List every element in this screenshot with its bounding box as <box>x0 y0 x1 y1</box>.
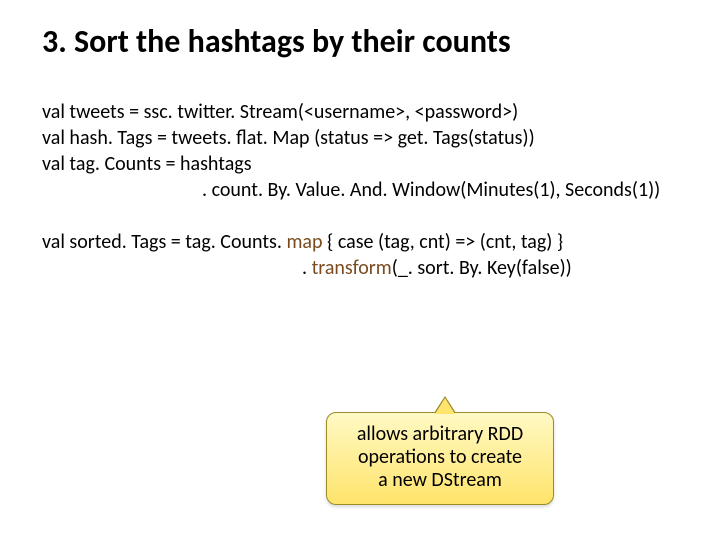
code-line-1: val tweets = ssc. twitter. Stream(<usern… <box>42 99 678 125</box>
code-line-5: val sorted. Tags = tag. Counts. map { ca… <box>42 229 678 255</box>
callout-line: allows arbitrary RDD <box>341 423 539 446</box>
callout-box: allows arbitrary RDD operations to creat… <box>326 412 554 505</box>
callout-tail-icon <box>435 398 455 414</box>
code-line-6: . transform(_. sort. By. Key(false)) <box>42 255 678 281</box>
code-keyword-map: map <box>286 230 327 254</box>
code-text: . <box>302 256 312 280</box>
blank-line <box>42 203 678 229</box>
callout-line: operations to create <box>341 446 539 469</box>
code-text: val sorted. Tags = tag. Counts. <box>42 230 286 254</box>
code-line-3: val tag. Counts = hashtags <box>42 151 678 177</box>
slide-title: 3. Sort the hashtags by their counts <box>42 24 678 59</box>
code-line-4: . count. By. Value. And. Window(Minutes(… <box>42 177 678 203</box>
slide: 3. Sort the hashtags by their counts val… <box>0 0 720 281</box>
callout-line: a new DStream <box>341 469 539 492</box>
code-keyword-transform: transform <box>312 256 392 280</box>
code-text: (_. sort. By. Key(false)) <box>392 256 572 280</box>
code-block: val tweets = ssc. twitter. Stream(<usern… <box>42 99 678 281</box>
code-text: { case (tag, cnt) => (cnt, tag) } <box>327 230 563 254</box>
code-line-2: val hash. Tags = tweets. flat. Map (stat… <box>42 125 678 151</box>
callout: allows arbitrary RDD operations to creat… <box>326 412 554 505</box>
